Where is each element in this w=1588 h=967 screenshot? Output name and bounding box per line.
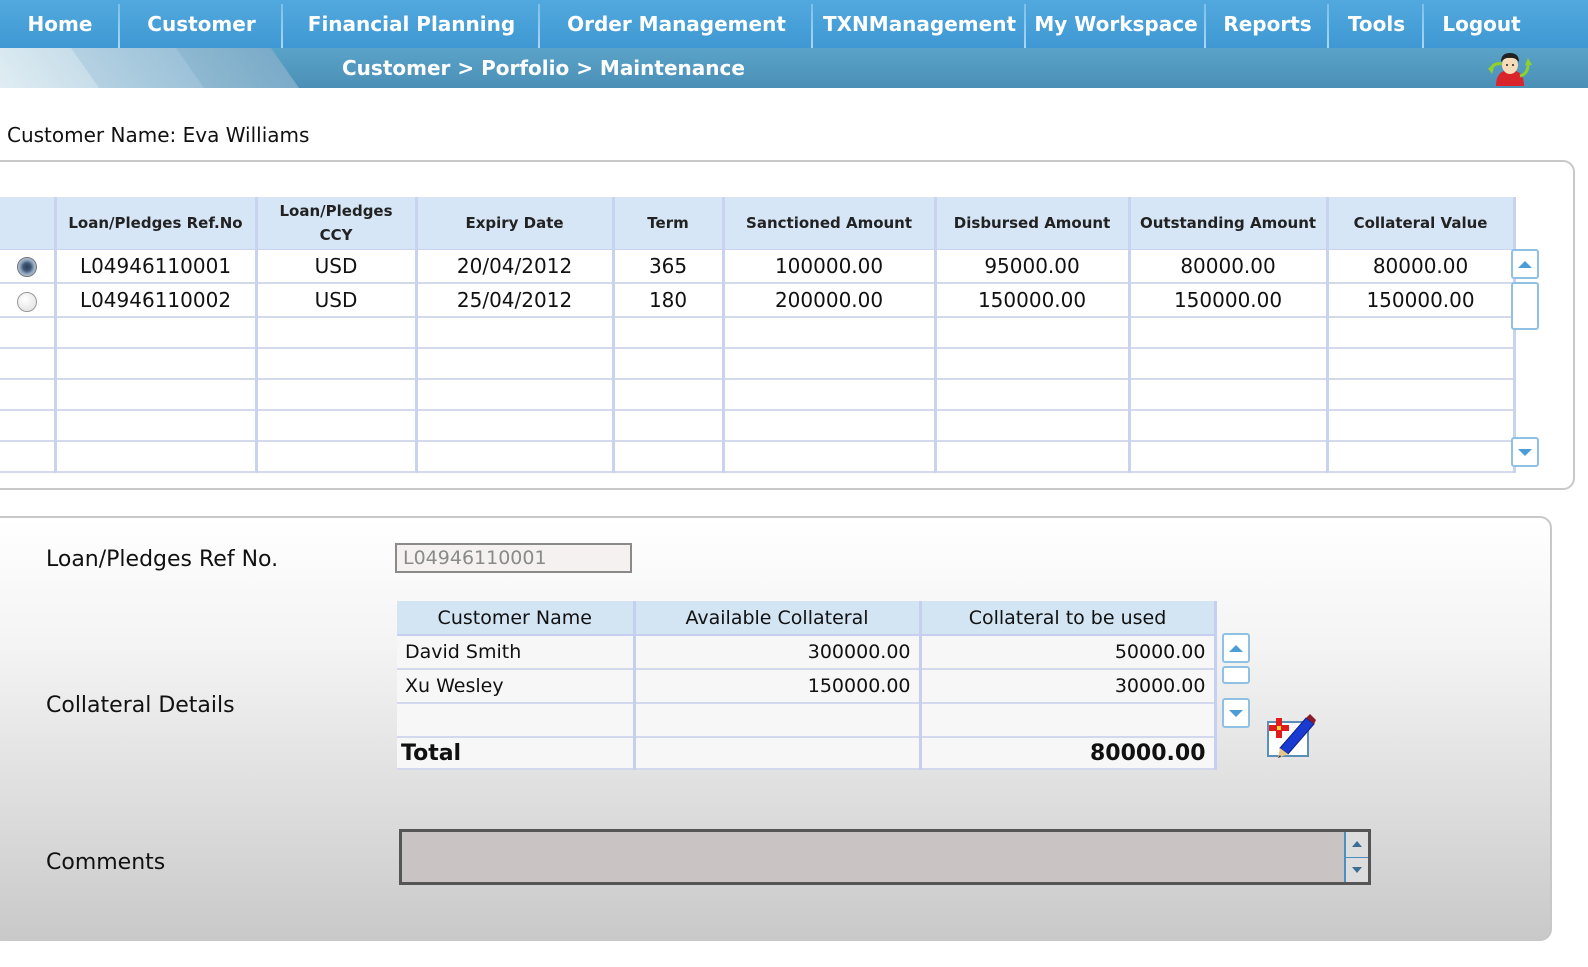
header-outstanding-amount: Outstanding Amount [1129,197,1329,250]
cell-available-collateral: 300000.00 [634,635,922,670]
header-ref-no: Loan/Pledges Ref.No [55,197,258,250]
cell-ccy: USD [256,249,418,284]
ref-no-label: Loan/Pledges Ref No. [46,547,279,572]
empty-row [0,441,1516,473]
cell-expiry-date: 25/04/2012 [416,283,615,318]
total-label: Total [397,737,636,770]
empty-row [0,379,1516,411]
nav-logout[interactable]: Logout [1424,0,1539,48]
comments-box [399,829,1371,885]
nav-my-workspace[interactable]: My Workspace [1026,0,1206,48]
nav-customer[interactable]: Customer [120,0,283,48]
header-sanctioned-amount: Sanctioned Amount [723,197,937,250]
arrow-down-icon [1352,866,1362,873]
comments-scroll-up-button[interactable] [1346,832,1368,858]
breadcrumb-bar: Customer > Porfolio > Maintenance [0,48,1588,88]
row-radio-selected[interactable] [16,257,37,278]
arrow-up-icon [1229,644,1243,652]
comments-textarea[interactable] [402,832,1342,882]
cell-sanctioned-amount: 200000.00 [723,283,937,318]
loans-table: Loan/Pledges Ref.No Loan/Pledges CCY Exp… [0,197,1516,473]
loans-scroll-up-button[interactable] [1511,249,1539,279]
cell-available-collateral: 150000.00 [634,669,922,704]
header-ccy: Loan/Pledges CCY [256,197,418,250]
nav-reports[interactable]: Reports [1206,0,1329,48]
empty-row [0,410,1516,442]
arrow-down-icon [1518,448,1532,456]
ref-no-input[interactable] [395,543,632,573]
empty-row [0,348,1516,380]
cell-sanctioned-amount: 100000.00 [723,249,937,284]
total-empty-cell [634,737,922,770]
customer-name-label: Customer Name: Eva Williams [7,123,310,147]
breadcrumb: Customer > Porfolio > Maintenance [342,56,745,80]
arrow-down-icon [1229,709,1243,717]
total-value: 80000.00 [920,737,1217,770]
header-collateral-to-be-used: Collateral to be used [920,601,1217,636]
empty-row [0,317,1516,349]
cell-term: 365 [613,249,725,284]
cell-ref-no: L04946110002 [55,283,258,318]
comments-label: Comments [46,850,166,875]
cell-customer-name: David Smith [397,635,636,670]
header-available-collateral: Available Collateral [634,601,922,636]
header-disbursed-amount: Disbursed Amount [935,197,1131,250]
cell-ccy: USD [256,283,418,318]
loans-scroll-thumb[interactable] [1511,282,1539,330]
loans-scroll-down-button[interactable] [1511,437,1539,467]
collateral-table: Customer Name Available Collateral Colla… [397,601,1217,770]
collateral-row[interactable]: Xu Wesley 150000.00 30000.00 [397,669,1217,704]
cell-ref-no: L04946110001 [55,249,258,284]
user-switch-icon[interactable] [1484,50,1536,86]
cell-collateral-value: 80000.00 [1327,249,1516,284]
cell-disbursed-amount: 95000.00 [935,249,1131,284]
cell-customer-name: Xu Wesley [397,669,636,704]
collateral-table-header: Customer Name Available Collateral Colla… [397,601,1217,636]
comments-scroll-down-button[interactable] [1346,858,1368,883]
cell-outstanding-amount: 80000.00 [1129,249,1329,284]
top-nav: Home Customer Financial Planning Order M… [0,0,1588,48]
add-edit-collateral-icon[interactable] [1266,714,1318,758]
cell-disbursed-amount: 150000.00 [935,283,1131,318]
header-term: Term [613,197,725,250]
cell-outstanding-amount: 150000.00 [1129,283,1329,318]
collateral-scroll-down-button[interactable] [1222,698,1250,728]
empty-row [397,703,1217,738]
row-select-cell [0,249,57,284]
row-radio[interactable] [16,291,37,312]
header-expiry-date: Expiry Date [416,197,615,250]
nav-order-management[interactable]: Order Management [540,0,813,48]
collateral-scroll-thumb[interactable] [1222,666,1250,684]
loans-table-header: Loan/Pledges Ref.No Loan/Pledges CCY Exp… [0,197,1516,250]
arrow-up-icon [1352,841,1362,848]
collateral-details-label: Collateral Details [46,693,235,718]
nav-tools[interactable]: Tools [1329,0,1424,48]
cell-collateral-used[interactable]: 30000.00 [920,669,1217,704]
row-select-cell [0,283,57,318]
header-collateral-value: Collateral Value [1327,197,1516,250]
cell-expiry-date: 20/04/2012 [416,249,615,284]
cell-collateral-value: 150000.00 [1327,283,1516,318]
header-customer-name: Customer Name [397,601,636,636]
nav-financial-planning[interactable]: Financial Planning [283,0,540,48]
table-row[interactable]: L04946110001 USD 20/04/2012 365 100000.0… [0,249,1516,284]
nav-home[interactable]: Home [0,0,120,48]
header-select [0,197,57,250]
table-row[interactable]: L04946110002 USD 25/04/2012 180 200000.0… [0,283,1516,318]
collateral-scroll-up-button[interactable] [1222,633,1250,663]
cell-term: 180 [613,283,725,318]
cell-collateral-used[interactable]: 50000.00 [920,635,1217,670]
arrow-up-icon [1518,260,1532,268]
total-row: Total 80000.00 [397,737,1217,770]
nav-txn-management[interactable]: TXNManagement [813,0,1026,48]
comments-scrollbar[interactable] [1344,832,1368,882]
collateral-row[interactable]: David Smith 300000.00 50000.00 [397,635,1217,670]
